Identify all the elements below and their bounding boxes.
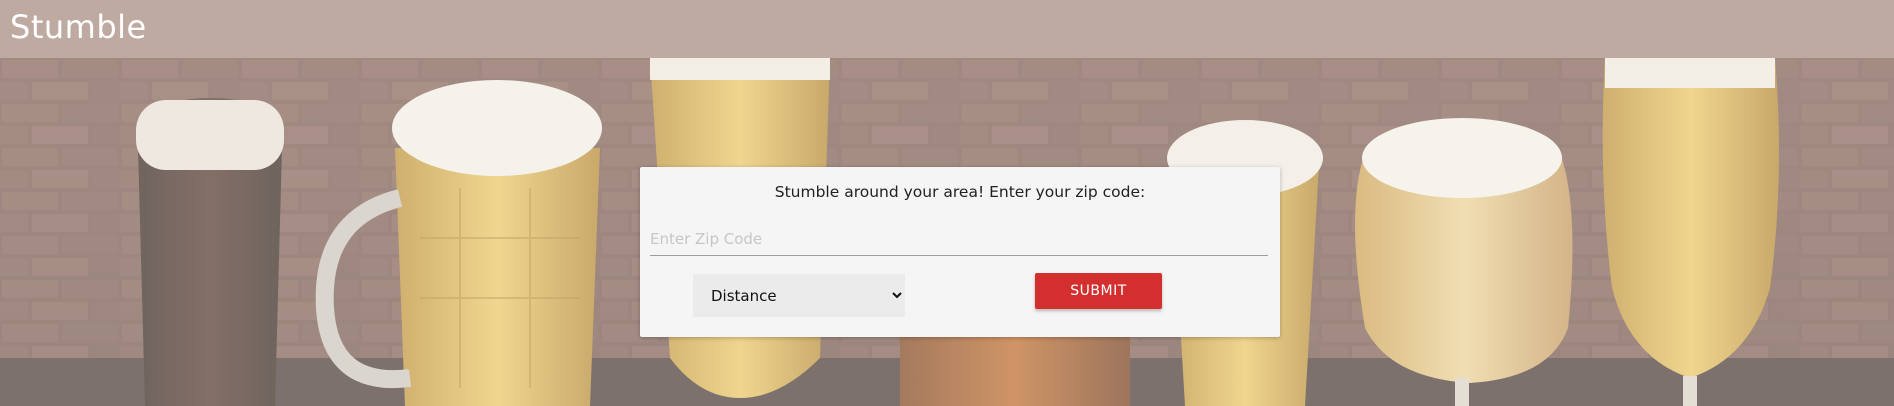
zip-prompt-text: Stumble around your area! Enter your zip…: [774, 183, 1146, 201]
zip-code-input[interactable]: [650, 223, 1268, 256]
distance-select-wrapper: Distance: [693, 274, 905, 317]
page: Stumble Stumble around your area! Enter …: [0, 0, 1894, 406]
brand-logo[interactable]: Stumble: [10, 8, 147, 46]
distance-select[interactable]: Distance: [693, 274, 905, 317]
submit-button[interactable]: SUBMIT: [1035, 273, 1162, 309]
zip-search-card: Stumble around your area! Enter your zip…: [640, 167, 1280, 337]
app-header: Stumble: [0, 0, 1894, 58]
